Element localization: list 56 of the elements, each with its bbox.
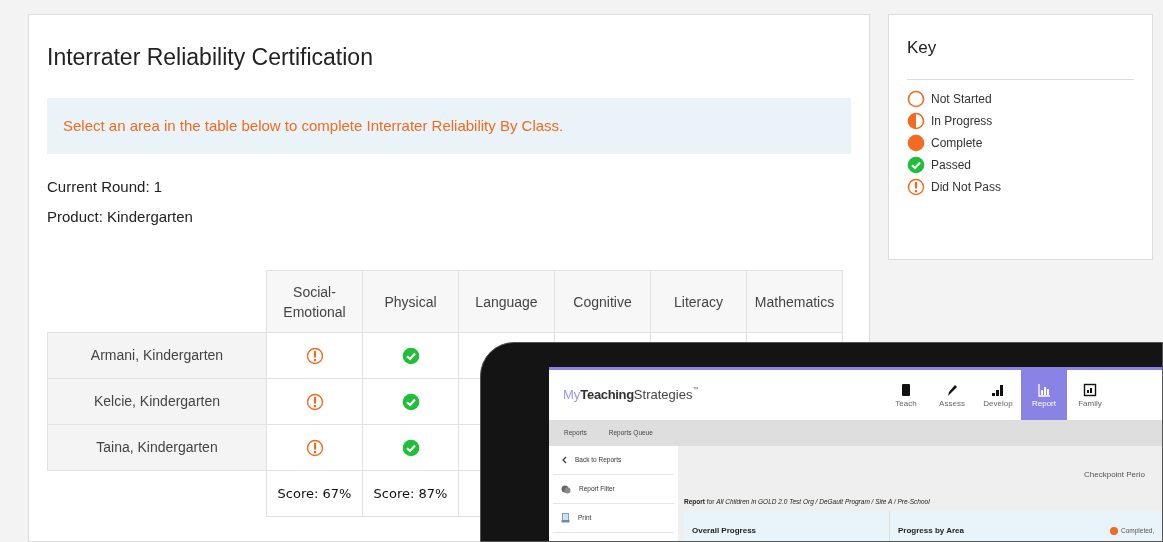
book-icon <box>899 382 913 397</box>
chart-icon <box>1037 382 1051 397</box>
score-cell: Score: 87% <box>362 470 459 517</box>
checkmark-icon <box>401 393 420 412</box>
exclamation-icon <box>305 347 324 366</box>
status-button[interactable] <box>401 393 420 412</box>
row-name-cell: Armani, Kindergarten <box>47 332 267 379</box>
key-label: Passed <box>931 156 972 174</box>
column-header: Mathematics <box>746 270 843 333</box>
status-button[interactable] <box>305 439 324 458</box>
key-label: Complete <box>931 134 983 152</box>
column-header: Literacy <box>650 270 747 333</box>
logo-text: My <box>563 387 581 403</box>
key-label: In Progress <box>931 112 993 130</box>
exclamation-icon <box>305 439 324 458</box>
status-button[interactable] <box>305 347 324 366</box>
bar-chart-icon <box>991 382 1005 397</box>
filled-circle-icon <box>907 133 925 152</box>
nav-tab[interactable]: Teach <box>883 370 929 420</box>
half-circle-icon <box>907 111 925 130</box>
status-button[interactable] <box>401 347 420 366</box>
status-button[interactable] <box>401 439 420 458</box>
row-name-cell: Taina, Kindergarten <box>47 424 267 471</box>
nav-tab[interactable]: Assess <box>929 370 975 420</box>
circles-icon <box>561 484 571 494</box>
column-header: Social- Emotional <box>266 270 363 333</box>
key-label: Did Not Pass <box>931 178 1002 196</box>
column-header: Overall Progress <box>684 510 890 541</box>
exclamation-icon <box>305 393 324 412</box>
score-cell: Score: 67% <box>266 470 363 517</box>
column-header: Language <box>458 270 555 333</box>
checkmark-icon <box>401 439 420 458</box>
page-title: Interrater Reliability Certification <box>47 43 374 71</box>
key-title: Key <box>907 35 1134 80</box>
printer-icon <box>561 513 570 523</box>
checkmark-icon <box>401 347 420 366</box>
exclamation-icon <box>907 177 925 196</box>
checkpoint-label: Checkpoint Perio <box>1084 470 1145 479</box>
key-label: Not Started <box>931 90 992 108</box>
current-round-text: Current Round: 1 <box>47 177 164 197</box>
nav-tab[interactable]: Family <box>1067 370 1113 420</box>
picture-icon <box>1083 382 1097 397</box>
pencil-icon <box>945 382 959 397</box>
column-header: Progress by Area <box>897 524 965 537</box>
row-name-cell: Kelcie, Kindergarten <box>47 378 267 425</box>
nav-tab[interactable]: Develop <box>975 370 1021 420</box>
product-text: Product: Kindergarten <box>47 207 194 227</box>
status-button[interactable] <box>305 393 324 412</box>
instruction-banner: Select an area in the table below to complete Interrater Reliability By Class. <box>47 98 851 154</box>
column-header: Physical <box>362 270 459 333</box>
logo-text: Strategies <box>633 387 693 403</box>
checkmark-icon <box>907 155 925 174</box>
chevron-left-icon <box>561 456 567 464</box>
logo-text: Teaching <box>580 387 634 403</box>
empty-circle-icon <box>907 89 925 108</box>
column-header: Cognitive <box>554 270 651 333</box>
